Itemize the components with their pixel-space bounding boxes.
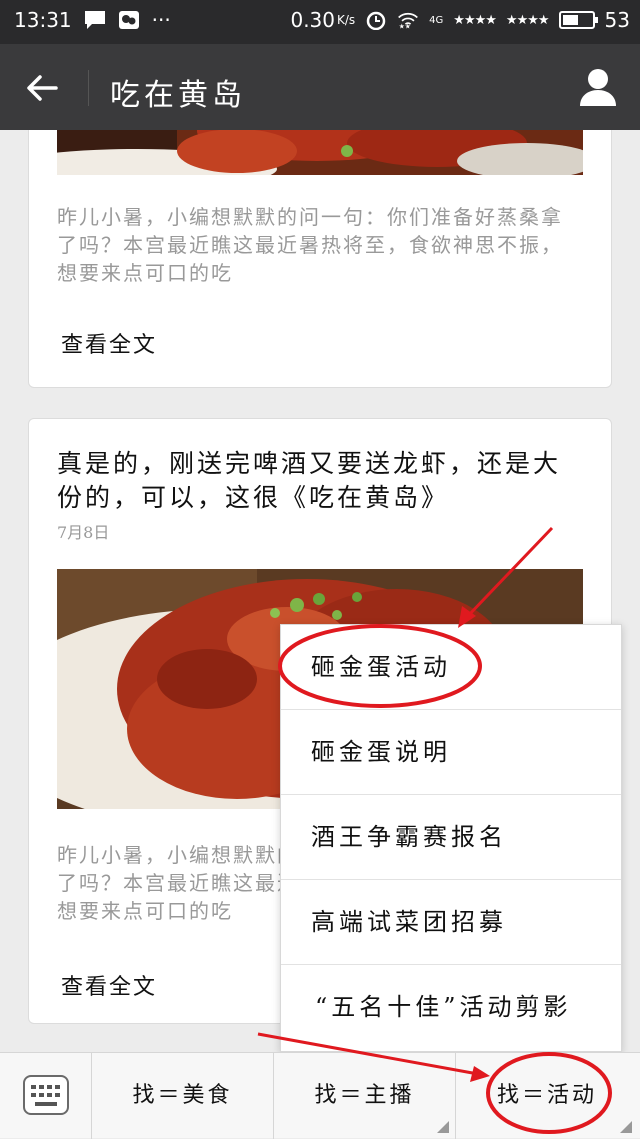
- network-type: 4G: [429, 14, 444, 26]
- menu-tab-activity-label: 找＝活动: [496, 1083, 597, 1108]
- menu-item-golden-egg-activity[interactable]: 砸金蛋活动: [281, 625, 621, 710]
- menu-tab-activity[interactable]: 找＝活动: [456, 1053, 638, 1139]
- menu-item-food-tasting-recruit[interactable]: 高端试菜团招募: [281, 880, 621, 965]
- bottom-menu-bar: 找＝美食 找＝主播 找＝活动: [0, 1052, 640, 1139]
- battery-level: 53: [604, 8, 630, 32]
- message-icon: [84, 11, 105, 29]
- article-title[interactable]: 真是的，刚送完啤酒又要送龙虾，还是大份的，可以，这很《吃在黄岛》: [57, 447, 587, 515]
- menu-item-drinking-contest-signup[interactable]: 酒王争霸赛报名: [281, 795, 621, 880]
- nav-bar: 吃在黄岛: [0, 44, 640, 130]
- menu-item-golden-egg-rules[interactable]: 砸金蛋说明: [281, 710, 621, 795]
- page-title: 吃在黄岛: [110, 78, 246, 113]
- menu-tab-food[interactable]: 找＝美食: [92, 1053, 274, 1139]
- wifi-icon: ★★: [398, 12, 419, 30]
- status-bar: 13:31 ··· 0.30 K/s ★★ 4G ★★★★ ★★★★ 53: [0, 0, 640, 44]
- submenu-popup: 砸金蛋活动 砸金蛋说明 酒王争霸赛报名 高端试菜团招募 “五名十佳”活动剪影: [280, 624, 622, 1052]
- submenu-indicator-icon: [620, 1121, 632, 1133]
- battery-icon: [558, 11, 598, 29]
- more-dots-icon: ···: [151, 8, 171, 32]
- signal-icon-2: ★★★★: [505, 12, 550, 28]
- menu-tab-host-label: 找＝主播: [314, 1083, 415, 1108]
- keyboard-toggle-button[interactable]: [0, 1053, 92, 1139]
- svg-text:★★: ★★: [399, 22, 411, 30]
- article-date: 7月8日: [57, 523, 110, 542]
- article-image: [57, 130, 583, 175]
- menu-tab-host[interactable]: 找＝主播: [274, 1053, 456, 1139]
- status-time: 13:31: [14, 8, 72, 32]
- keyboard-icon: [23, 1075, 69, 1115]
- read-more-link[interactable]: 查看全文: [61, 327, 157, 359]
- read-more-link[interactable]: 查看全文: [61, 969, 157, 1001]
- submenu-indicator-icon: [437, 1121, 449, 1133]
- menu-item-event-photos[interactable]: “五名十佳”活动剪影: [281, 965, 621, 1050]
- alarm-icon: [366, 11, 386, 30]
- article-summary: 昨儿小暑，小编想默默的问一句：你们准备好蒸桑拿了吗？本宫最近瞧这最近暑热将至，食…: [57, 205, 563, 285]
- profile-icon[interactable]: [578, 66, 618, 108]
- article-card[interactable]: 昨儿小暑，小编想默默的问一句：你们准备好蒸桑拿了吗？本宫最近瞧这最近暑热将至，食…: [28, 130, 612, 388]
- back-arrow-icon[interactable]: [22, 68, 62, 108]
- net-speed-unit: K/s: [337, 13, 356, 27]
- nav-divider: [88, 70, 89, 106]
- wechat-icon: [118, 11, 139, 29]
- signal-icon: ★★★★: [453, 12, 497, 28]
- net-speed: 0.30: [290, 8, 335, 32]
